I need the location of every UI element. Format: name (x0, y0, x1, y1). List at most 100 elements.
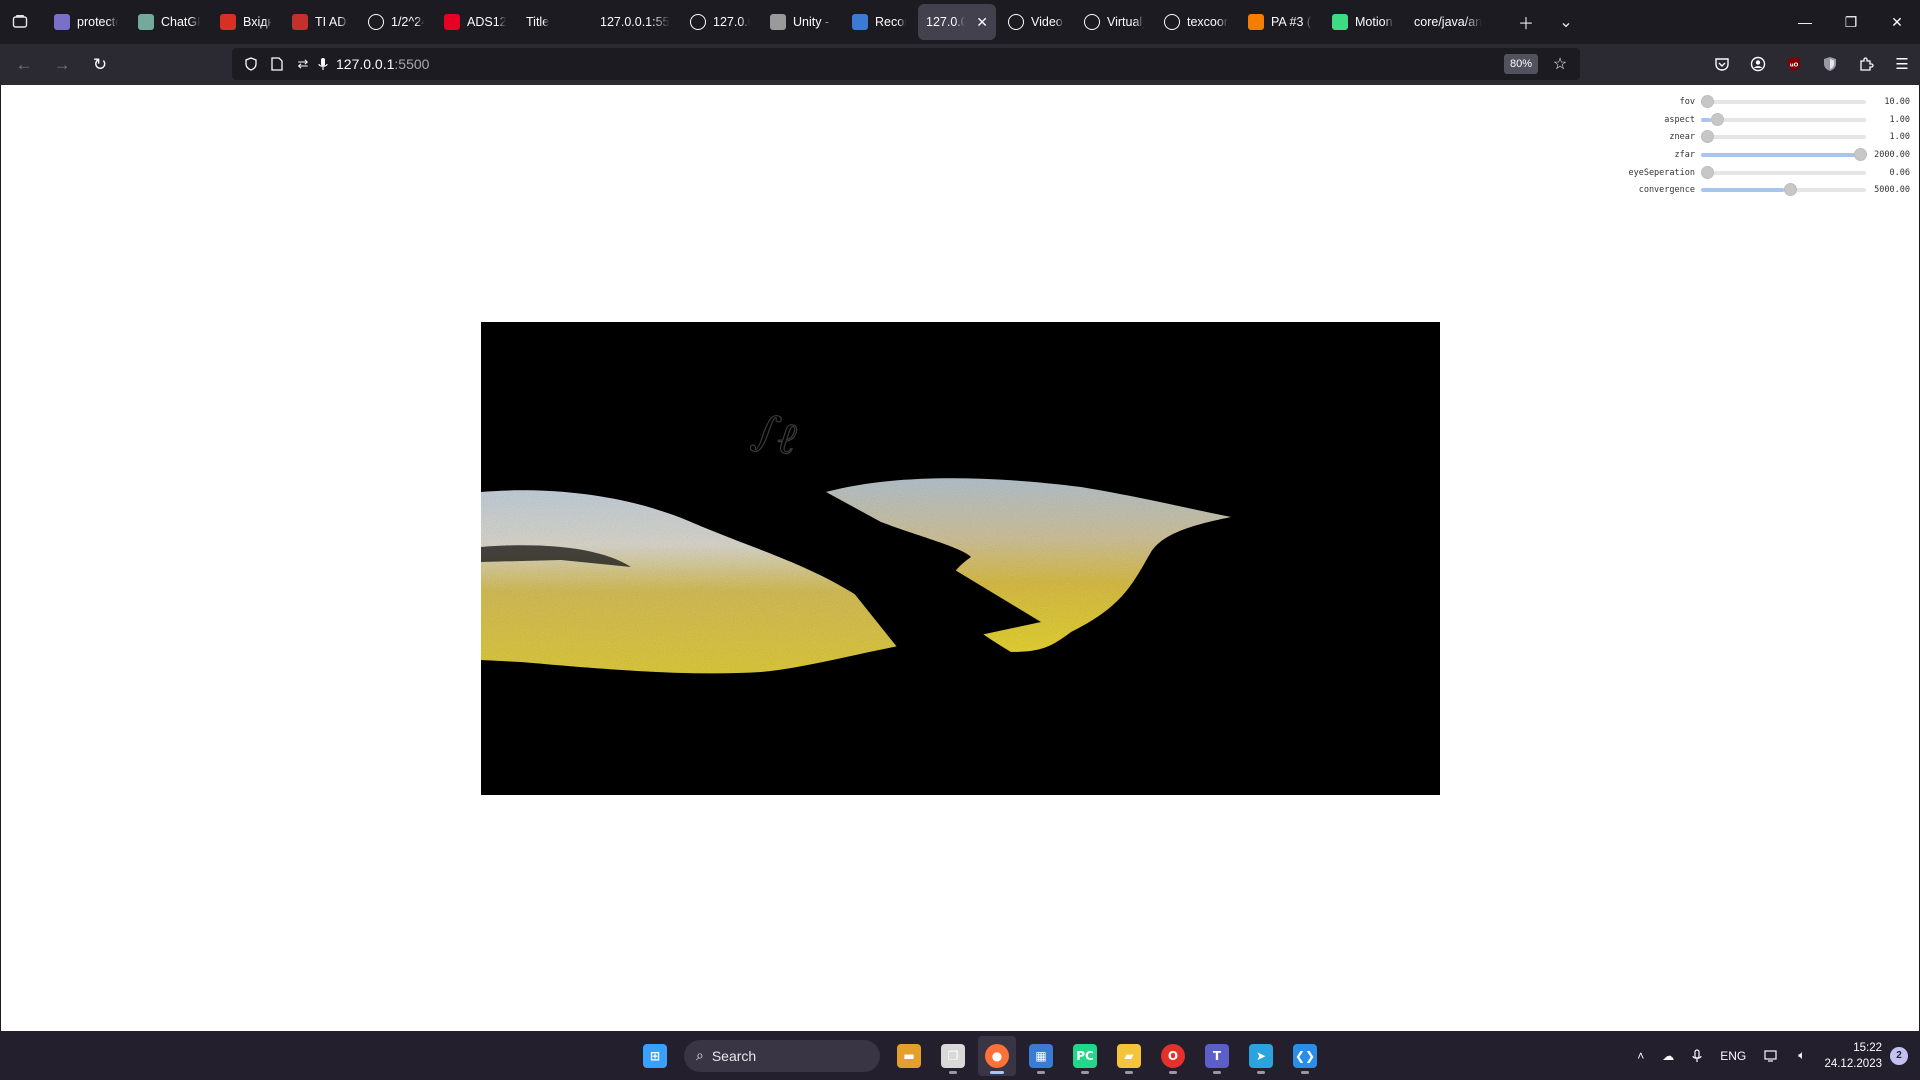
tab-label: Motion s (1355, 15, 1394, 29)
tab-label: Title (526, 15, 550, 29)
tab[interactable]: Unity - M (762, 4, 840, 40)
extensions-icon[interactable] (1848, 48, 1884, 80)
pocket-icon[interactable] (1704, 48, 1740, 80)
bookmark-star-icon[interactable]: ☆ (1548, 52, 1572, 76)
new-tab-icon[interactable]: ＋ (1506, 0, 1546, 44)
tab[interactable]: Record V (844, 4, 914, 40)
taskbar-app[interactable]: ➤ (1242, 1036, 1280, 1076)
forward-icon[interactable]: → (44, 49, 80, 81)
close-window-icon[interactable]: ✕ (1874, 0, 1920, 44)
zoom-level-badge[interactable]: 80% (1503, 54, 1538, 74)
onedrive-icon[interactable]: ☁ (1653, 1031, 1683, 1080)
slider-label: zfar (1674, 149, 1695, 160)
taskbar-app[interactable]: ⊞ (636, 1036, 674, 1076)
window-controls: — ❐ ✕ (1782, 0, 1920, 44)
slider-track[interactable] (1701, 183, 1866, 197)
slider-convergence: convergence 5000.00 (1623, 181, 1913, 199)
tab-label: Virtual_re (1107, 15, 1144, 29)
tab-label: PA #3 (Te (1271, 15, 1312, 29)
microphone-icon[interactable] (316, 57, 330, 71)
tab[interactable]: ChatGPT (130, 4, 208, 40)
ti-icon (292, 14, 308, 30)
tab[interactable]: Motion s (1324, 4, 1402, 40)
tab[interactable]: 1/2^24 (360, 4, 432, 40)
menu-icon[interactable]: ☰ (1884, 48, 1920, 80)
reload-icon[interactable]: ↻ (82, 49, 118, 81)
notification-badge[interactable]: 2 (1890, 1046, 1908, 1065)
tab-label: Record V (875, 15, 906, 29)
taskbar-app[interactable]: ▰ (1110, 1036, 1148, 1076)
slider-zfar: zfar 2000.00 (1623, 146, 1913, 164)
privacy-badger-icon[interactable] (1812, 48, 1848, 80)
slider-label: aspect (1664, 114, 1695, 125)
slider-thumb[interactable] (1701, 130, 1714, 144)
clock-time: 15:22 (1853, 1041, 1882, 1054)
restore-icon[interactable]: ❐ (1828, 0, 1874, 44)
tab[interactable]: TI ADS12 (284, 4, 356, 40)
back-icon[interactable]: ← (6, 49, 42, 81)
tab[interactable]: 127.0.0.1:5500 (592, 4, 678, 40)
tab[interactable]: Вхідні (2 (212, 4, 280, 40)
slider-track[interactable] (1701, 130, 1866, 144)
start-icon: ⊞ (643, 1043, 667, 1068)
taskbar-app[interactable]: T (1198, 1036, 1236, 1076)
slider-thumb[interactable] (1701, 94, 1714, 108)
webgl-canvas[interactable]: ∫ℓ (481, 322, 1440, 795)
tab[interactable]: core/java/an (1406, 4, 1498, 40)
language-indicator[interactable]: ENG (1711, 1031, 1755, 1080)
tab[interactable]: 127.0.0.1 (682, 4, 758, 40)
slider-track[interactable] (1701, 165, 1866, 179)
shield-icon[interactable] (238, 57, 264, 71)
list-tabs-icon[interactable]: ⌄ (1546, 0, 1586, 44)
slider-thumb[interactable] (1783, 183, 1797, 197)
clock[interactable]: 15:22 24.12.2023 (1814, 1040, 1890, 1072)
slider-track[interactable] (1701, 112, 1866, 126)
taskbar-app[interactable]: ▦ (1022, 1036, 1060, 1076)
permissions-icon[interactable]: ⇄ (290, 56, 316, 72)
tab[interactable]: protected (46, 4, 126, 40)
task-view-icon: ❐ (941, 1043, 965, 1068)
taskbar-search[interactable]: ⌕ Search (684, 1039, 880, 1072)
chevron-up-icon[interactable]: ˄ (1628, 1031, 1653, 1080)
slider-label: convergence (1638, 185, 1695, 196)
tab[interactable]: Title (518, 4, 588, 40)
slider-aspect: aspect 1.00 (1623, 111, 1913, 129)
close-tab-icon[interactable]: ✕ (976, 14, 988, 31)
minimize-icon[interactable]: — (1782, 0, 1828, 44)
slider-fill (1701, 188, 1784, 193)
tab[interactable]: Video te (1000, 4, 1072, 40)
network-icon[interactable] (1755, 1031, 1789, 1080)
slider-value: 1.00 (1889, 114, 1910, 125)
url-bar[interactable]: ⇄ 127.0.0.1:5500 80% ☆ (232, 48, 1580, 80)
tab[interactable]: texcoord (1156, 4, 1236, 40)
taskbar-apps: ⊞ ⌕ Search ▬ ❐ ● ▦ PC ▰ O T ➤ ❮❯ (636, 1031, 1324, 1080)
tab[interactable]: 127.0.0.1:5 ✕ (918, 4, 996, 40)
slider-thumb[interactable] (1701, 165, 1714, 179)
firefox-icon: ● (985, 1043, 1009, 1068)
taskbar-app[interactable]: O (1154, 1036, 1192, 1076)
taskbar-app[interactable]: ❮❯ (1286, 1036, 1324, 1076)
taskbar-app[interactable]: ▬ (890, 1036, 928, 1076)
tab[interactable]: PA #3 (Te (1240, 4, 1320, 40)
navigation-bar: ← → ↻ ⇄ 127.0.0.1:5500 80% ☆ uO ☰ (0, 44, 1920, 85)
taskbar: ⊞ ⌕ Search ▬ ❐ ● ▦ PC ▰ O T ➤ ❮❯ ˄ ☁ ENG 🔈︎ 15:22 24… (0, 1031, 1920, 1080)
tab[interactable]: ADS1256 (436, 4, 514, 40)
slider-track[interactable] (1701, 94, 1866, 108)
microphone-tray-icon[interactable] (1683, 1031, 1711, 1080)
taskbar-app[interactable]: PC (1066, 1036, 1104, 1076)
account-icon[interactable] (1740, 48, 1776, 80)
ublock-icon[interactable]: uO (1776, 48, 1812, 80)
unity-icon (770, 14, 786, 30)
firefox-view-icon[interactable] (0, 0, 40, 44)
taskbar-app[interactable]: ● (978, 1035, 1016, 1076)
slider-track[interactable] (1701, 147, 1867, 161)
page-icon[interactable] (264, 57, 290, 71)
tab[interactable]: Virtual_re (1076, 4, 1152, 40)
taskbar-app[interactable]: ❐ (934, 1036, 972, 1076)
volume-icon[interactable]: 🔈︎ (1789, 1031, 1814, 1080)
slider-label: znear (1669, 132, 1695, 143)
slider-thumb[interactable] (1710, 112, 1724, 126)
hackmd-icon (54, 14, 70, 30)
slider-thumb[interactable] (1854, 147, 1867, 161)
opera-icon: O (1161, 1043, 1185, 1068)
